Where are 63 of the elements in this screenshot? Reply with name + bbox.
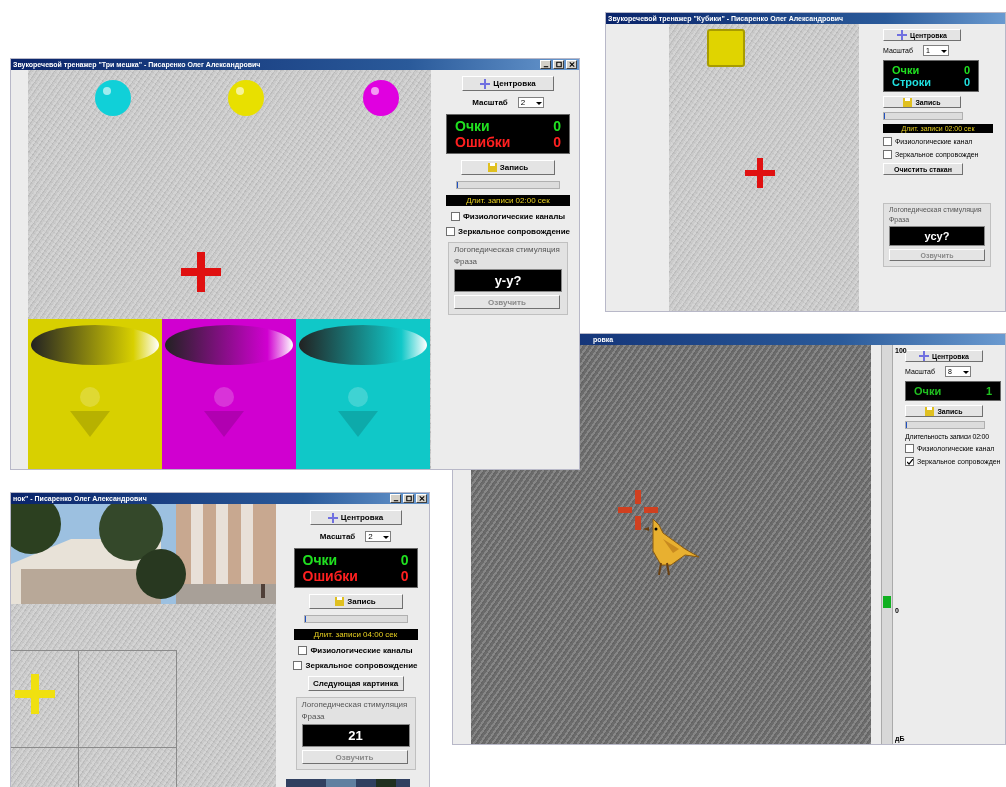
score-value: 0 [553, 134, 561, 150]
record-button[interactable]: Запись [308, 594, 403, 609]
scale-spinbox[interactable]: 2 [517, 97, 544, 108]
record-button[interactable]: Запись [461, 160, 555, 175]
save-icon [925, 406, 935, 416]
recording-duration: Длит. записи 04:00 сек [293, 629, 418, 640]
score-value: 0 [400, 552, 409, 568]
checkbox[interactable] [905, 457, 914, 466]
score-value: 0 [963, 76, 970, 88]
save-icon [335, 597, 345, 606]
center-button[interactable]: Центровка [462, 76, 554, 91]
maximize-button[interactable] [553, 60, 564, 69]
phrase-label: Фраза [301, 712, 326, 721]
maximize-icon [404, 495, 413, 502]
score-value: 1 [985, 385, 992, 397]
checkbox[interactable] [445, 227, 455, 236]
phrase-display: 21 [301, 724, 410, 747]
group-title: Логопедическая стимуляция [454, 245, 561, 254]
close-button[interactable] [566, 60, 577, 69]
action-button[interactable]: Следующая картинка [307, 676, 404, 691]
phrase-label: Фраза [454, 257, 478, 266]
checkbox[interactable] [883, 137, 892, 146]
maximize-button[interactable] [403, 494, 414, 503]
checkbox[interactable] [298, 646, 308, 655]
maximize-icon [554, 61, 563, 68]
phrase-display: усу? [889, 226, 985, 246]
close-icon [417, 495, 426, 502]
score-label: Очки [302, 552, 338, 568]
recording-duration: Длит. записи 02:00 сек [446, 195, 570, 206]
score-label: Очки [892, 64, 920, 76]
checkbox[interactable] [905, 444, 914, 453]
crosshair-icon [480, 78, 491, 89]
score-value: 0 [963, 64, 970, 76]
center-button[interactable]: Центровка [309, 510, 402, 525]
minimize-button[interactable] [390, 494, 401, 503]
phrase-display: у-у? [454, 269, 562, 292]
check-icon [906, 458, 913, 465]
save-icon [903, 97, 913, 107]
checkbox[interactable] [450, 212, 460, 221]
score-label: Очки [914, 385, 942, 397]
score-label: Очки [455, 118, 490, 134]
scale-label: Масштаб [472, 98, 508, 107]
score-value: 0 [553, 118, 561, 134]
crosshair-icon [919, 351, 929, 361]
close-button[interactable] [416, 494, 427, 503]
checkbox[interactable] [883, 150, 892, 159]
scale-spinbox[interactable]: 2 [365, 531, 392, 542]
score-label: Ошибки [302, 568, 358, 584]
group-title: Логопедическая стимуляция [301, 700, 409, 709]
checkbox-label: Физиологические каналы [462, 212, 566, 221]
close-icon [567, 61, 576, 68]
score-label: Ошибки [455, 134, 511, 150]
checkbox-label: Физиологические каналы [310, 646, 413, 655]
score-value: 0 [400, 568, 409, 584]
checkbox-label: Зеркальное сопровождение [305, 661, 418, 670]
crosshair-icon [897, 30, 907, 40]
scale-label: Масштаб [319, 532, 356, 541]
minimize-button[interactable] [540, 60, 551, 69]
score-label: Строки [892, 76, 932, 88]
save-icon [487, 163, 497, 172]
checkbox-label: Зеркальное сопровождение [457, 227, 571, 236]
checkbox[interactable] [293, 661, 303, 670]
crosshair-icon [327, 512, 338, 523]
